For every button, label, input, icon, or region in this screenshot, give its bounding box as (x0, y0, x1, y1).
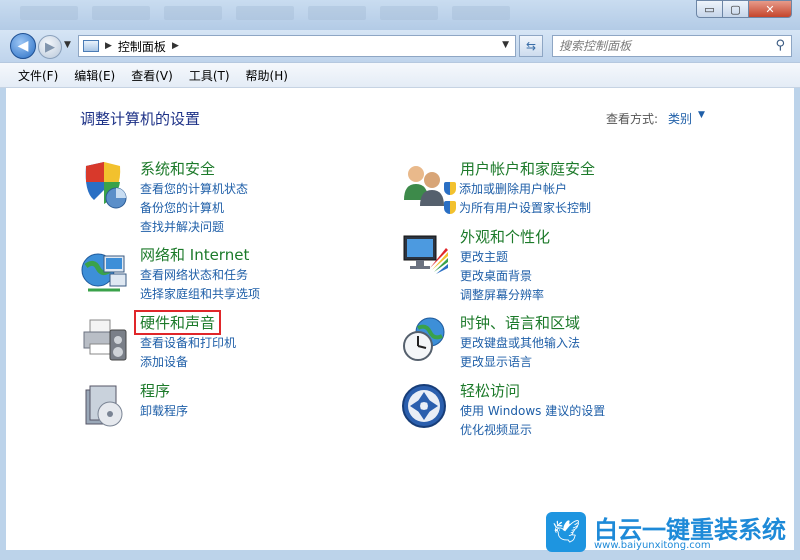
link-recommended-settings[interactable]: 使用 Windows 建议的设置 (460, 402, 605, 421)
breadcrumb-separator-icon[interactable]: ▶ (105, 41, 112, 51)
link-change-display-language[interactable]: 更改显示语言 (460, 353, 580, 372)
category-title[interactable]: 系统和安全 (140, 158, 215, 179)
window-controls: ▭ ▢ ✕ (696, 0, 792, 18)
link-backup-computer[interactable]: 备份您的计算机 (140, 199, 248, 218)
search-icon[interactable]: ⚲ (775, 38, 785, 53)
ghost-item (452, 6, 510, 20)
address-bar[interactable]: ▶ 控制面板 ▶ ▼ (78, 35, 516, 57)
clock-globe-icon (403, 317, 445, 361)
bird-logo-icon: 🕊 (546, 512, 586, 552)
page-title: 调整计算机的设置 (80, 110, 201, 128)
category-title[interactable]: 用户帐户和家庭安全 (460, 158, 595, 179)
minimize-button[interactable]: ▭ (696, 0, 722, 18)
link-uninstall-program[interactable]: 卸载程序 (140, 402, 188, 421)
navigation-bar: ◀ ▶ ▼ ▶ 控制面板 ▶ ▼ ⇆ ⚲ (0, 30, 800, 62)
link-add-remove-accounts[interactable]: 添加或删除用户帐户 (444, 180, 591, 199)
background-taskbar-ghost (20, 6, 510, 20)
ghost-item (380, 6, 438, 20)
printer-speaker-icon (83, 319, 127, 361)
category-title[interactable]: 程序 (140, 380, 170, 401)
menu-help[interactable]: 帮助(H) (238, 67, 296, 84)
uac-shield-icon (444, 201, 456, 214)
chevron-down-icon[interactable]: ▼ (698, 110, 705, 120)
watermark-logo: 🕊 白云一键重装系统 www.baiyunxitong.com (546, 512, 796, 556)
link-network-status[interactable]: 查看网络状态和任务 (140, 266, 260, 285)
refresh-button[interactable]: ⇆ (519, 35, 543, 57)
link-optimize-visual-display[interactable]: 优化视频显示 (460, 421, 605, 440)
category-title[interactable]: 时钟、语言和区域 (460, 312, 580, 333)
link-change-theme[interactable]: 更改主题 (460, 248, 544, 267)
menu-bar: 文件(F) 编辑(E) 查看(V) 工具(T) 帮助(H) (0, 62, 800, 88)
category-title[interactable]: 网络和 Internet (140, 244, 249, 265)
menu-file[interactable]: 文件(F) (10, 67, 66, 84)
recent-pages-dropdown[interactable]: ▼ (64, 40, 71, 50)
link-view-computer-status[interactable]: 查看您的计算机状态 (140, 180, 248, 199)
shield-chart-icon (85, 162, 127, 209)
menu-edit[interactable]: 编辑(E) (66, 67, 123, 84)
arrow-left-icon: ◀ (17, 38, 29, 54)
refresh-icon: ⇆ (525, 39, 537, 53)
forward-button[interactable]: ▶ (38, 35, 62, 59)
ghost-item (164, 6, 222, 20)
menu-tools[interactable]: 工具(T) (181, 67, 238, 84)
link-label: 为所有用户设置家长控制 (459, 201, 592, 215)
control-panel-content: 调整计算机的设置 查看方式: 类别 ▼ 系统和安全 查看您的计算机状态 备份您的… (6, 88, 794, 550)
monitor-palette-icon (403, 235, 448, 274)
link-devices-printers[interactable]: 查看设备和打印机 (140, 334, 236, 353)
search-input[interactable] (553, 36, 753, 56)
link-add-device[interactable]: 添加设备 (140, 353, 236, 372)
link-parental-controls[interactable]: 为所有用户设置家长控制 (444, 199, 591, 218)
close-button[interactable]: ✕ (748, 0, 792, 18)
back-button[interactable]: ◀ (10, 33, 36, 59)
menu-view[interactable]: 查看(V) (123, 67, 181, 84)
ghost-item (20, 6, 78, 20)
uac-shield-icon (444, 182, 456, 195)
search-box[interactable]: ⚲ (552, 35, 792, 57)
link-change-keyboard[interactable]: 更改键盘或其他输入法 (460, 334, 580, 353)
link-change-background[interactable]: 更改桌面背景 (460, 267, 544, 286)
ease-of-access-icon (402, 384, 446, 428)
link-homegroup-sharing[interactable]: 选择家庭组和共享选项 (140, 285, 260, 304)
maximize-button[interactable]: ▢ (722, 0, 748, 18)
programs-disc-icon (85, 385, 123, 427)
link-troubleshoot[interactable]: 查找并解决问题 (140, 218, 248, 237)
control-panel-icon (83, 40, 99, 52)
watermark-url: www.baiyunxitong.com (594, 540, 711, 551)
address-dropdown-icon[interactable]: ▼ (502, 40, 509, 50)
arrow-right-icon: ▶ (45, 39, 55, 55)
ghost-item (92, 6, 150, 20)
link-label: 添加或删除用户帐户 (459, 182, 568, 196)
category-title-highlighted[interactable]: 硬件和声音 (134, 310, 222, 335)
title-bar: ▭ ▢ ✕ (0, 0, 800, 30)
view-by-label: 查看方式: (606, 112, 659, 126)
category-title[interactable]: 外观和个性化 (460, 226, 550, 247)
ghost-item (308, 6, 366, 20)
breadcrumb-separator-icon[interactable]: ▶ (172, 41, 179, 51)
category-title[interactable]: 轻松访问 (460, 380, 520, 401)
breadcrumb-control-panel[interactable]: 控制面板 (118, 38, 166, 55)
view-by-dropdown[interactable]: 类别 (668, 110, 692, 127)
ghost-item (236, 6, 294, 20)
users-icon (404, 166, 444, 206)
globe-network-icon (81, 253, 127, 292)
link-screen-resolution[interactable]: 调整屏幕分辨率 (460, 286, 544, 305)
